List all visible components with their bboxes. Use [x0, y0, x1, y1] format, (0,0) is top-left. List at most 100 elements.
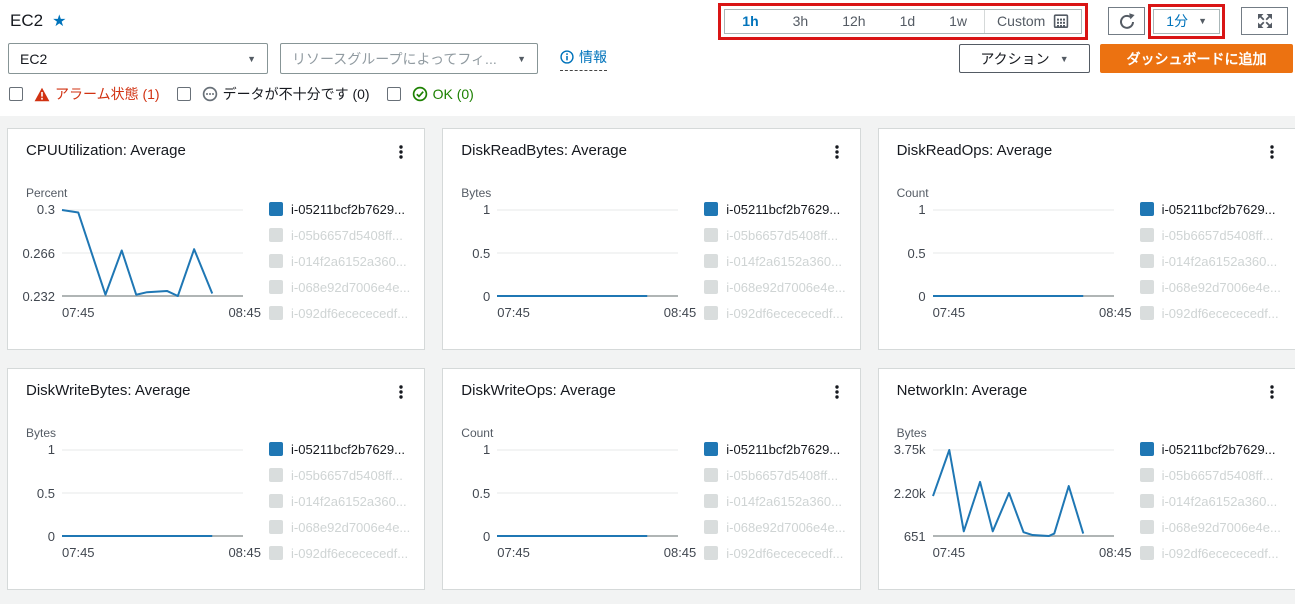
- alarm-checkbox[interactable]: [9, 87, 23, 101]
- legend-item[interactable]: i-014f2a6152a360...: [1140, 488, 1281, 514]
- legend-label: i-014f2a6152a360...: [291, 254, 407, 269]
- info-link[interactable]: 情報: [560, 47, 607, 71]
- legend-item[interactable]: i-014f2a6152a360...: [704, 248, 845, 274]
- legend-item[interactable]: i-05b6657d5408ff...: [1140, 462, 1281, 488]
- favorite-star-icon[interactable]: ★: [52, 11, 66, 31]
- custom-label: Custom: [997, 13, 1045, 29]
- resource-group-select[interactable]: リソースグループによってフィ... ▼: [280, 43, 538, 74]
- legend-item[interactable]: i-092df6ecececedf...: [704, 540, 845, 566]
- y-tick: 0: [483, 289, 490, 304]
- legend-swatch: [704, 494, 718, 508]
- legend-label: i-092df6ecececedf...: [291, 306, 408, 321]
- y-tick: 0.232: [22, 289, 55, 304]
- x-axis-ticks: 07:45 08:45: [497, 545, 696, 560]
- legend-item[interactable]: i-05211bcf2b7629...: [704, 196, 845, 222]
- legend-item[interactable]: i-05b6657d5408ff...: [269, 462, 410, 488]
- legend-label: i-05b6657d5408ff...: [726, 468, 838, 483]
- legend-swatch: [269, 254, 283, 268]
- x-tick: 07:45: [933, 545, 966, 560]
- fullscreen-button[interactable]: [1241, 7, 1288, 35]
- legend-item[interactable]: i-068e92d7006e4e...: [704, 514, 845, 540]
- legend-item[interactable]: i-05211bcf2b7629...: [269, 196, 410, 222]
- insufficient-data-icon: [202, 86, 218, 102]
- ok-checkbox[interactable]: [387, 87, 401, 101]
- add-to-dashboard-button[interactable]: ダッシュボードに追加: [1100, 44, 1293, 73]
- y-tick: 0.5: [37, 486, 55, 501]
- time-range-12h[interactable]: 12h: [825, 10, 882, 33]
- time-range-1h[interactable]: 1h: [725, 10, 775, 33]
- time-range-1d[interactable]: 1d: [883, 10, 933, 33]
- legend-item[interactable]: i-068e92d7006e4e...: [269, 514, 410, 540]
- legend-item[interactable]: i-05b6657d5408ff...: [704, 462, 845, 488]
- filter-alarm: アラーム状態 (1): [9, 84, 160, 104]
- legend-item[interactable]: i-014f2a6152a360...: [269, 248, 410, 274]
- chart-plot-area[interactable]: [62, 449, 243, 537]
- legend-label: i-092df6ecececedf...: [1162, 546, 1279, 561]
- ok-check-icon: [412, 86, 428, 102]
- alarm-triangle-icon: [34, 87, 50, 102]
- legend-item[interactable]: i-014f2a6152a360...: [269, 488, 410, 514]
- refresh-button[interactable]: [1108, 7, 1145, 35]
- chart-plot-area[interactable]: [497, 209, 678, 297]
- legend-item[interactable]: i-092df6ecececedf...: [1140, 540, 1281, 566]
- actions-button[interactable]: アクション ▼: [959, 44, 1090, 73]
- legend-item[interactable]: i-068e92d7006e4e...: [269, 274, 410, 300]
- y-tick: 1: [483, 202, 490, 217]
- time-range-1w[interactable]: 1w: [932, 10, 984, 33]
- chart-plot-area[interactable]: [933, 449, 1114, 537]
- chart-title: NetworkIn: Average: [897, 382, 1028, 399]
- time-range-custom[interactable]: Custom: [984, 10, 1081, 33]
- legend-item[interactable]: i-05211bcf2b7629...: [704, 436, 845, 462]
- period-dropdown[interactable]: 1分 ▼: [1153, 9, 1220, 34]
- chart-card: DiskReadOps: Average Count 1 0.5 0: [878, 128, 1295, 350]
- kebab-menu-icon[interactable]: [827, 382, 847, 407]
- legend-item[interactable]: i-068e92d7006e4e...: [1140, 514, 1281, 540]
- time-range-3h[interactable]: 3h: [776, 10, 826, 33]
- legend-item[interactable]: i-05b6657d5408ff...: [1140, 222, 1281, 248]
- legend-item[interactable]: i-05b6657d5408ff...: [269, 222, 410, 248]
- filter-ok: OK (0): [387, 86, 474, 102]
- legend-label: i-014f2a6152a360...: [726, 494, 842, 509]
- chart-plot-area[interactable]: [497, 449, 678, 537]
- legend-swatch: [704, 468, 718, 482]
- legend-label: i-092df6ecececedf...: [1162, 306, 1279, 321]
- legend-item[interactable]: i-05211bcf2b7629...: [1140, 196, 1281, 222]
- chart-plot-area[interactable]: [62, 209, 243, 297]
- legend-label: i-068e92d7006e4e...: [291, 280, 410, 295]
- legend-item[interactable]: i-068e92d7006e4e...: [704, 274, 845, 300]
- x-axis-ticks: 07:45 08:45: [497, 305, 696, 320]
- legend-label: i-05211bcf2b7629...: [291, 202, 405, 217]
- legend-item[interactable]: i-092df6ecececedf...: [704, 300, 845, 326]
- namespace-select[interactable]: EC2 ▼: [8, 43, 268, 74]
- kebab-menu-icon[interactable]: [1262, 142, 1282, 167]
- chart-svg: [497, 449, 678, 537]
- kebab-menu-icon[interactable]: [391, 382, 411, 407]
- legend-item[interactable]: i-092df6ecececedf...: [269, 540, 410, 566]
- y-tick: 1: [918, 202, 925, 217]
- legend-item[interactable]: i-05211bcf2b7629...: [269, 436, 410, 462]
- legend-label: i-014f2a6152a360...: [726, 254, 842, 269]
- legend-item[interactable]: i-014f2a6152a360...: [704, 488, 845, 514]
- legend-label: i-05b6657d5408ff...: [1162, 468, 1274, 483]
- y-tick: 0: [48, 529, 55, 544]
- actions-label: アクション: [980, 49, 1049, 69]
- legend-item[interactable]: i-092df6ecececedf...: [1140, 300, 1281, 326]
- time-range-control: 1h3h12h1d1w Custom: [724, 9, 1082, 34]
- insufficient-checkbox[interactable]: [177, 87, 191, 101]
- chart-title: DiskReadOps: Average: [897, 142, 1053, 159]
- chart-card: DiskWriteBytes: Average Bytes 1 0.5 0: [7, 368, 425, 590]
- chart-plot-area[interactable]: [933, 209, 1114, 297]
- legend-swatch: [704, 228, 718, 242]
- kebab-menu-icon[interactable]: [827, 142, 847, 167]
- kebab-menu-icon[interactable]: [391, 142, 411, 167]
- chart-legend: i-05211bcf2b7629... i-05b6657d5408ff... i-…: [269, 196, 410, 326]
- legend-item[interactable]: i-05211bcf2b7629...: [1140, 436, 1281, 462]
- kebab-menu-icon[interactable]: [1262, 382, 1282, 407]
- legend-swatch: [269, 306, 283, 320]
- legend-item[interactable]: i-05b6657d5408ff...: [704, 222, 845, 248]
- legend-item[interactable]: i-014f2a6152a360...: [1140, 248, 1281, 274]
- legend-item[interactable]: i-068e92d7006e4e...: [1140, 274, 1281, 300]
- y-tick: 1: [483, 442, 490, 457]
- legend-item[interactable]: i-092df6ecececedf...: [269, 300, 410, 326]
- legend-label: i-05211bcf2b7629...: [1162, 202, 1276, 217]
